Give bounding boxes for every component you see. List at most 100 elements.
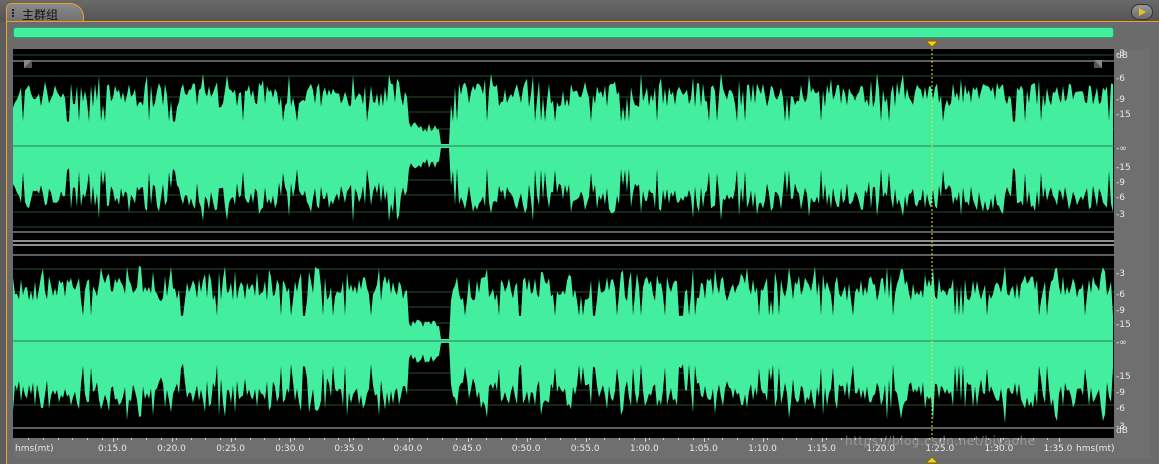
time-minor-tick <box>426 438 428 440</box>
waveform-canvas <box>13 49 1114 438</box>
time-minor-tick <box>382 438 384 440</box>
time-minor-tick <box>338 438 340 440</box>
time-minor-tick <box>353 438 355 440</box>
time-tick <box>1058 438 1060 442</box>
time-minor-tick <box>249 438 251 440</box>
panel-menu-button[interactable] <box>1131 4 1153 20</box>
time-tick <box>113 438 114 442</box>
waveform-left-channel <box>13 73 1113 223</box>
time-tick <box>408 438 410 442</box>
time-minor-tick <box>131 438 133 440</box>
time-tick-label: 0:25.0 <box>216 444 245 454</box>
panel-title-bar: 主群组 <box>0 0 1159 23</box>
db-label: -∞ <box>1116 144 1127 154</box>
time-minor-tick <box>279 438 281 440</box>
time-minor-tick <box>264 438 266 440</box>
time-minor-tick <box>471 438 473 440</box>
tab-main-group[interactable]: 主群组 <box>6 3 84 23</box>
time-minor-tick <box>825 438 827 440</box>
time-minor-tick <box>441 438 443 440</box>
time-tick <box>822 438 824 442</box>
time-minor-tick <box>72 438 74 440</box>
time-minor-tick <box>678 438 680 440</box>
time-minor-tick <box>796 438 798 440</box>
time-minor-tick <box>367 438 369 440</box>
waveform-right-channel <box>13 265 1113 424</box>
time-minor-tick <box>190 438 192 440</box>
time-tick-label: 0:20.0 <box>157 444 186 454</box>
db-label: -9 <box>1116 306 1125 316</box>
time-minor-tick <box>559 438 561 440</box>
time-minor-tick <box>205 438 207 440</box>
time-tick <box>704 438 705 442</box>
watermark-text: https://blog.csdn.net/biyaohe <box>845 434 1036 448</box>
time-minor-tick <box>530 438 532 440</box>
overview-scrollbar[interactable] <box>13 27 1114 38</box>
time-minor-tick <box>486 438 488 440</box>
time-tick-label: 1:05.0 <box>689 444 718 454</box>
time-minor-tick <box>234 438 236 440</box>
db-label: -15 <box>1116 163 1131 173</box>
audio-editor-window: 主群组 dB -3 -6 -9 -15 -∞ -15 -9 -6 -3 -3 -6 -9 -15 -∞ -15… <box>0 0 1159 464</box>
time-tick-label: 0:45.0 <box>452 444 482 454</box>
db-label: -6 <box>1116 404 1125 414</box>
time-minor-tick <box>220 438 222 440</box>
time-minor-tick <box>308 438 310 440</box>
time-tick <box>644 438 646 442</box>
fade-in-handle-icon[interactable] <box>24 60 32 68</box>
time-minor-tick <box>589 438 591 440</box>
time-minor-tick <box>633 438 635 440</box>
time-minor-tick <box>293 438 295 440</box>
time-minor-tick <box>692 438 694 440</box>
db-label: -3 <box>1116 210 1125 220</box>
db-label: -3 <box>1116 269 1125 279</box>
db-label: -9 <box>1116 95 1125 105</box>
time-minor-tick <box>42 438 44 440</box>
time-minor-tick <box>1047 438 1049 440</box>
db-label: -6 <box>1116 74 1125 84</box>
db-ruler: dB -3 -6 -9 -15 -∞ -15 -9 -6 -3 -3 -6 -9 -15 -∞ -15 -9 -6… <box>1114 49 1150 438</box>
time-tick-label: 0:35.0 <box>334 444 364 454</box>
db-label: -9 <box>1116 178 1125 188</box>
time-minor-tick <box>456 438 458 440</box>
time-minor-tick <box>175 438 177 440</box>
time-minor-tick <box>160 438 162 440</box>
time-tick <box>172 438 174 442</box>
time-minor-tick <box>766 438 768 440</box>
time-minor-tick <box>648 438 650 440</box>
playhead-bottom-marker-icon[interactable] <box>926 456 938 464</box>
time-minor-tick <box>323 438 325 440</box>
playhead-top-marker-icon[interactable] <box>926 40 938 48</box>
drag-grip-icon[interactable] <box>12 9 17 19</box>
time-tick <box>763 438 765 442</box>
db-label: -15 <box>1116 320 1131 330</box>
db-label: -6 <box>1116 193 1125 203</box>
time-minor-tick <box>397 438 399 440</box>
time-minor-tick <box>781 438 783 440</box>
time-minor-tick <box>840 438 842 440</box>
time-minor-tick <box>604 438 606 440</box>
time-tick-label: 0:55.0 <box>570 444 600 454</box>
channel-separator <box>13 233 1114 255</box>
time-minor-tick <box>116 438 118 440</box>
db-label: -15 <box>1116 372 1131 382</box>
time-minor-tick <box>57 438 59 440</box>
time-tick-label: 1:10.0 <box>748 444 777 454</box>
time-tick <box>526 438 528 442</box>
time-tick-label: 0:50.0 <box>511 444 541 454</box>
time-tick-label: 0:40.0 <box>393 444 423 454</box>
time-tick-label: 0:15.0 <box>98 444 127 454</box>
time-minor-tick <box>412 438 414 440</box>
time-minor-tick <box>722 438 724 440</box>
time-minor-tick <box>87 438 89 440</box>
time-format-label: hms(mt) <box>1076 444 1115 454</box>
time-minor-tick <box>663 438 665 440</box>
time-minor-tick <box>146 438 148 440</box>
fade-out-handle-icon[interactable] <box>1094 60 1102 68</box>
time-tick <box>467 438 469 442</box>
waveform-display[interactable] <box>13 49 1114 438</box>
time-tick <box>349 438 351 442</box>
db-label: -15 <box>1116 110 1131 120</box>
time-minor-tick <box>28 438 29 440</box>
time-tick-label: 1:35.0 <box>1043 444 1073 454</box>
